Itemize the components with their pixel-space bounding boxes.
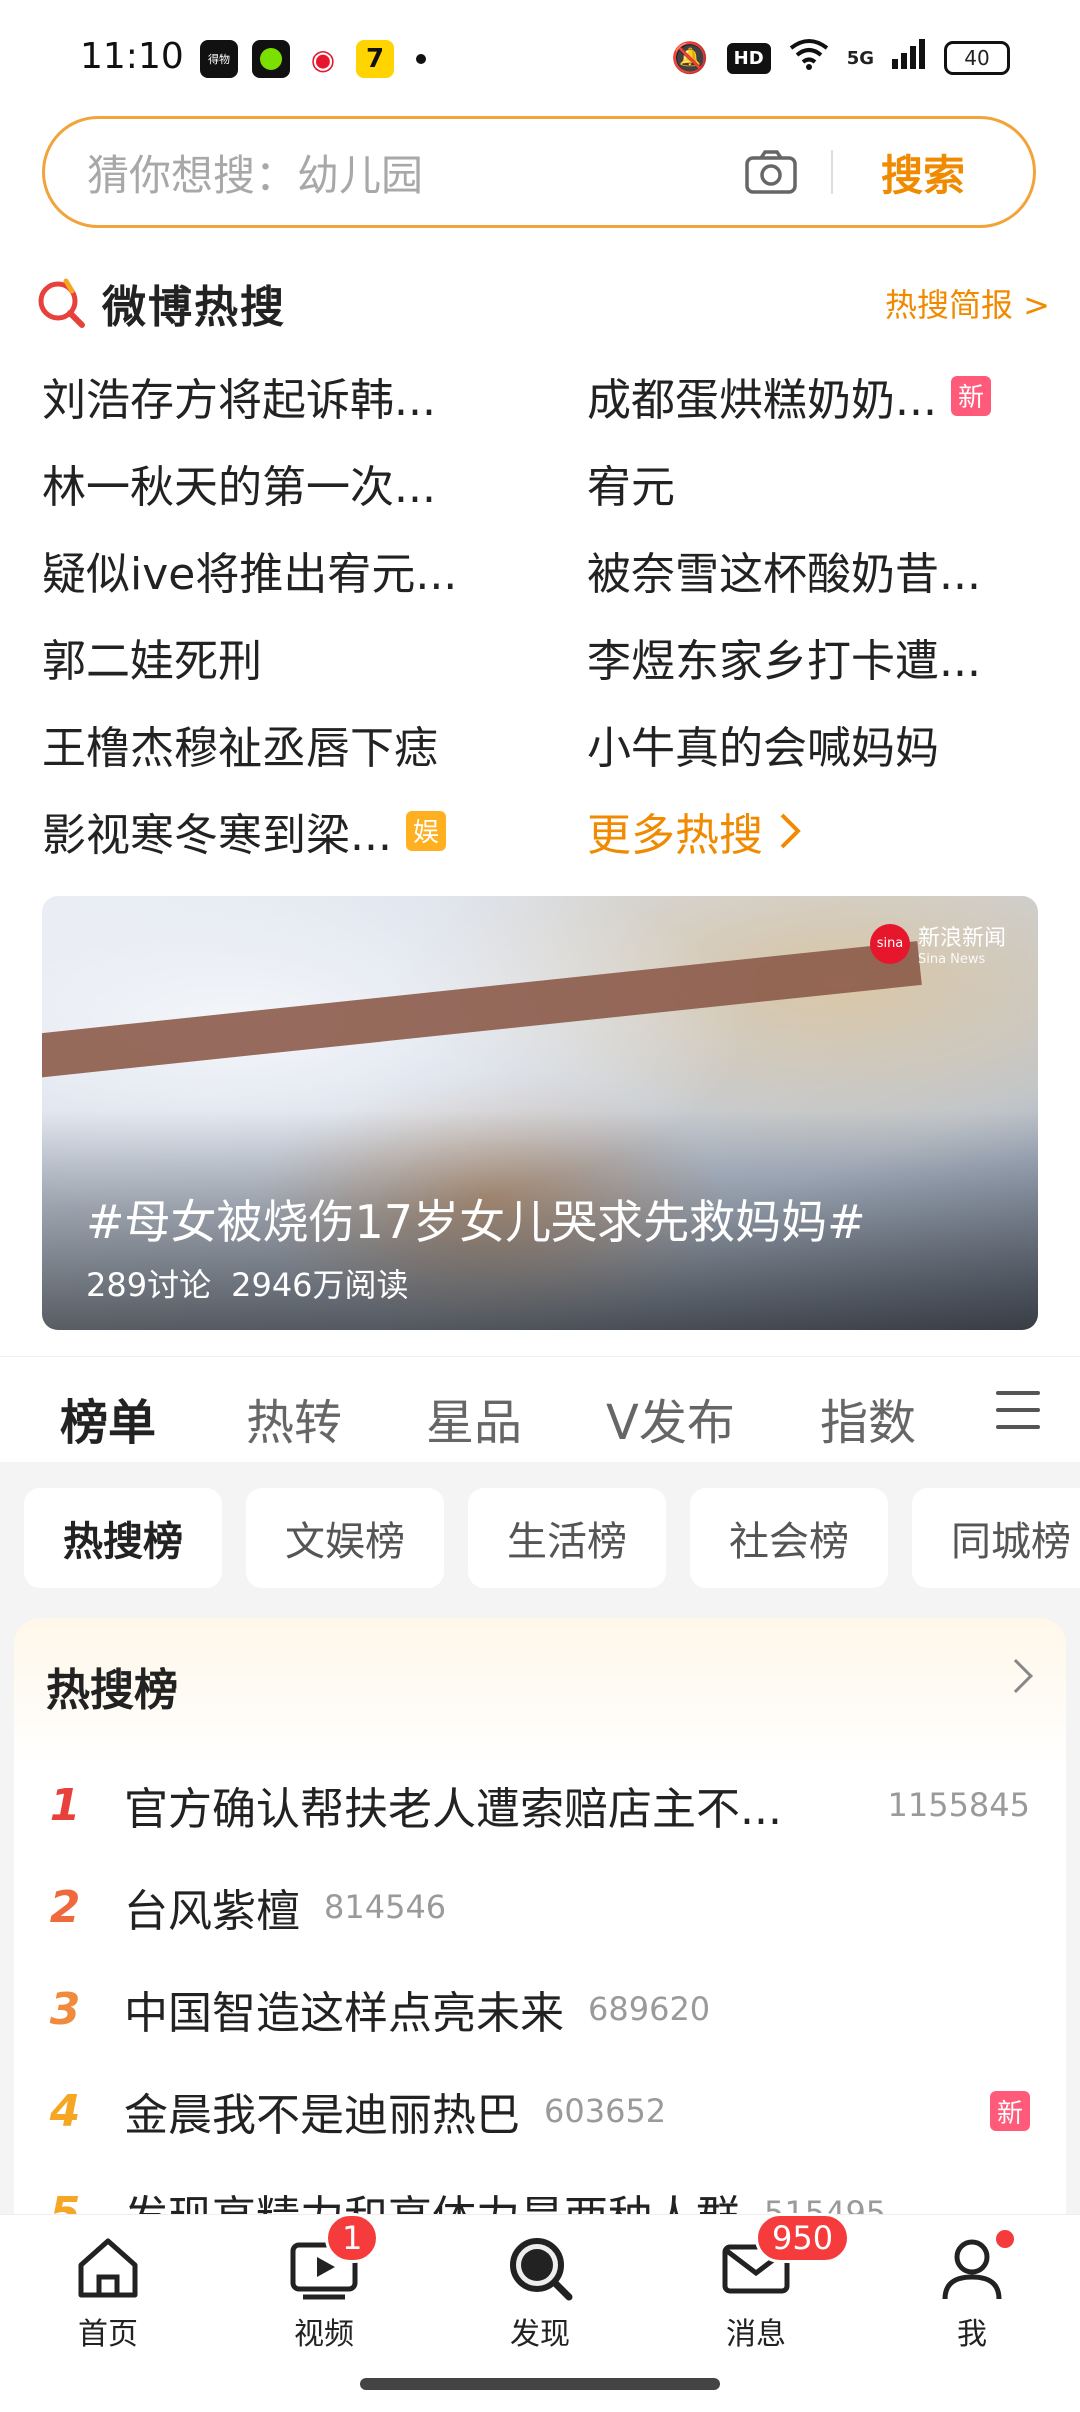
sina-logo-icon: sina [869, 923, 910, 964]
hot-search-grid: 刘浩存方将起诉韩... 成都蛋烘糕奶奶... 新 林一秋天的第一次... 宥元 疑… [42, 352, 1042, 874]
rank-number: 2 [49, 1881, 81, 1933]
ranking-row[interactable]: 3 中国智造这样点亮未来 689620 [14, 1958, 1066, 2060]
rank-number: 3 [49, 1983, 81, 2035]
nav-me[interactable]: 我 [902, 2227, 1042, 2353]
nav-messages[interactable]: 950 消息 [686, 2213, 851, 2353]
notification-icons: 得物 ◉ 7 [200, 40, 426, 78]
search-input[interactable]: 猜你想搜：幼儿园 [45, 142, 741, 203]
hot-search-brief-link[interactable]: 热搜简报 > [885, 280, 1050, 326]
main-tabs: 榜单 热转 星品 V发布 指数 [0, 1356, 1080, 1473]
hot-search-item[interactable]: 林一秋天的第一次... [42, 451, 587, 515]
hot-search-item[interactable]: 被奈雪这杯酸奶昔... [587, 538, 1042, 602]
search-button[interactable]: 搜索 [881, 142, 965, 203]
hd-icon: HD [726, 42, 771, 74]
rank-count: 1155845 [887, 1786, 1030, 1824]
banner-title: #母女被烧伤17岁女儿哭求先救妈妈# [86, 1195, 866, 1249]
rank-count: 689620 [588, 1990, 711, 2028]
new-tag: 新 [990, 2091, 1030, 2131]
status-indicators: 🔕 HD 5G 40 [671, 38, 1010, 78]
wifi-icon [789, 38, 829, 78]
hot-search-title: 微博热搜 [102, 282, 286, 333]
banner-photo-detail [42, 941, 922, 1079]
chevron-right-icon [780, 813, 801, 848]
hot-search-item[interactable]: 郭二娃死刑 [42, 625, 587, 689]
tab-rankings[interactable]: 榜单 [60, 1383, 156, 1473]
ranking-row[interactable]: 1 官方确认帮扶老人遭索赔店主不... 1155845 [14, 1754, 1066, 1856]
sina-news-logo: sina 新浪新闻 Sina News [869, 920, 1006, 967]
read-count: 2946万阅读 [231, 1266, 409, 1304]
home-indicator[interactable] [360, 2378, 720, 2390]
subtab-entertainment[interactable]: 文娱榜 [246, 1488, 444, 1588]
subtab-hot-search[interactable]: 热搜榜 [24, 1488, 222, 1588]
new-tag: 新 [950, 375, 991, 416]
rank-title: 台风紫檀 [124, 1886, 300, 1937]
status-time: 11:10 [80, 36, 184, 77]
rank-title: 金晨我不是迪丽热巴 [124, 2090, 520, 2141]
rank-title: 官方确认帮扶老人遭索赔店主不... [124, 1784, 782, 1835]
weibo-app-icon: ◉ [304, 40, 342, 78]
mail-icon: 950 [721, 2213, 851, 2303]
ranking-row[interactable]: 2 台风紫檀 814546 [14, 1856, 1066, 1958]
profile-icon [937, 2227, 1017, 2303]
topic-banner[interactable]: sina 新浪新闻 Sina News #母女被烧伤17岁女儿哭求先救妈妈# 2… [42, 896, 1038, 1330]
search-divider [830, 150, 833, 194]
more-hot-search-link[interactable]: 更多热搜 [587, 799, 1042, 863]
video-badge: 1 [325, 2213, 380, 2263]
profile-notification-dot [993, 2227, 1017, 2251]
nav-video[interactable]: 1 视频 [254, 2213, 394, 2353]
rank-title: 中国智造这样点亮未来 [124, 1988, 564, 2039]
yellow-app-icon: 7 [356, 40, 394, 78]
message-badge: 950 [755, 2213, 851, 2263]
discover-search-icon [505, 2233, 575, 2303]
more-notifications-dot [416, 54, 426, 64]
subtab-life[interactable]: 生活榜 [468, 1488, 666, 1588]
ranking-list: 1 官方确认帮扶老人遭索赔店主不... 1155845 2 台风紫檀 81454… [14, 1754, 1066, 2264]
subtab-local[interactable]: 同城榜 [912, 1488, 1080, 1588]
ranking-title[interactable]: 热搜榜 [46, 1654, 178, 1718]
hot-search-item[interactable]: 小牛真的会喊妈妈 [587, 712, 1042, 776]
weibo-hot-search-logo-icon [36, 277, 88, 329]
hot-search-header: 微博热搜 热搜简报 > [36, 268, 1050, 338]
sub-tabs: 热搜榜 文娱榜 生活榜 社会榜 同城榜 [24, 1488, 1080, 1588]
rank-count: 603652 [544, 2092, 667, 2130]
rank-number: 4 [49, 2085, 81, 2137]
signal-icon [892, 39, 926, 77]
tab-v-release[interactable]: V发布 [606, 1383, 735, 1453]
green-app-icon [252, 40, 290, 78]
entertainment-tag: 娱 [405, 810, 446, 851]
hot-search-item[interactable]: 刘浩存方将起诉韩... [42, 364, 587, 428]
network-type: 5G [846, 47, 874, 69]
tab-star-products[interactable]: 星品 [426, 1383, 522, 1453]
rank-number: 1 [49, 1779, 81, 1831]
tab-index[interactable]: 指数 [820, 1383, 916, 1453]
menu-icon[interactable] [996, 1391, 1040, 1429]
ranking-row[interactable]: 4 金晨我不是迪丽热巴 603652 新 [14, 2060, 1066, 2162]
video-icon: 1 [289, 2213, 380, 2303]
banner-stats: 289讨论 2946万阅读 [86, 1260, 409, 1306]
dewu-app-icon: 得物 [200, 40, 238, 78]
camera-icon[interactable] [741, 142, 801, 202]
hot-search-item[interactable]: 影视寒冬寒到梁... 娱 [42, 799, 587, 863]
hot-search-item[interactable]: 成都蛋烘糕奶奶... 新 [587, 364, 1042, 428]
home-icon [73, 2233, 143, 2303]
chevron-right-icon[interactable] [999, 1659, 1033, 1693]
hot-search-item[interactable]: 王橹杰穆祉丞唇下痣 [42, 712, 587, 776]
hot-search-item[interactable]: 宥元 [587, 451, 1042, 515]
status-bar: 11:10 得物 ◉ 7 🔕 HD 5G 40 [0, 0, 1080, 110]
battery-icon: 40 [944, 41, 1010, 75]
discussion-count: 289讨论 [86, 1266, 212, 1304]
nav-discover[interactable]: 发现 [470, 2233, 610, 2353]
search-bar[interactable]: 猜你想搜：幼儿园 搜索 [42, 116, 1036, 228]
hot-search-item[interactable]: 李煜东家乡打卡遭... [587, 625, 1042, 689]
nav-home[interactable]: 首页 [38, 2233, 178, 2353]
hot-search-item[interactable]: 疑似ive将推出宥元... [42, 538, 587, 602]
subtab-society[interactable]: 社会榜 [690, 1488, 888, 1588]
tab-trending[interactable]: 热转 [246, 1383, 342, 1453]
mute-icon: 🔕 [671, 40, 709, 76]
rank-count: 814546 [324, 1888, 447, 1926]
